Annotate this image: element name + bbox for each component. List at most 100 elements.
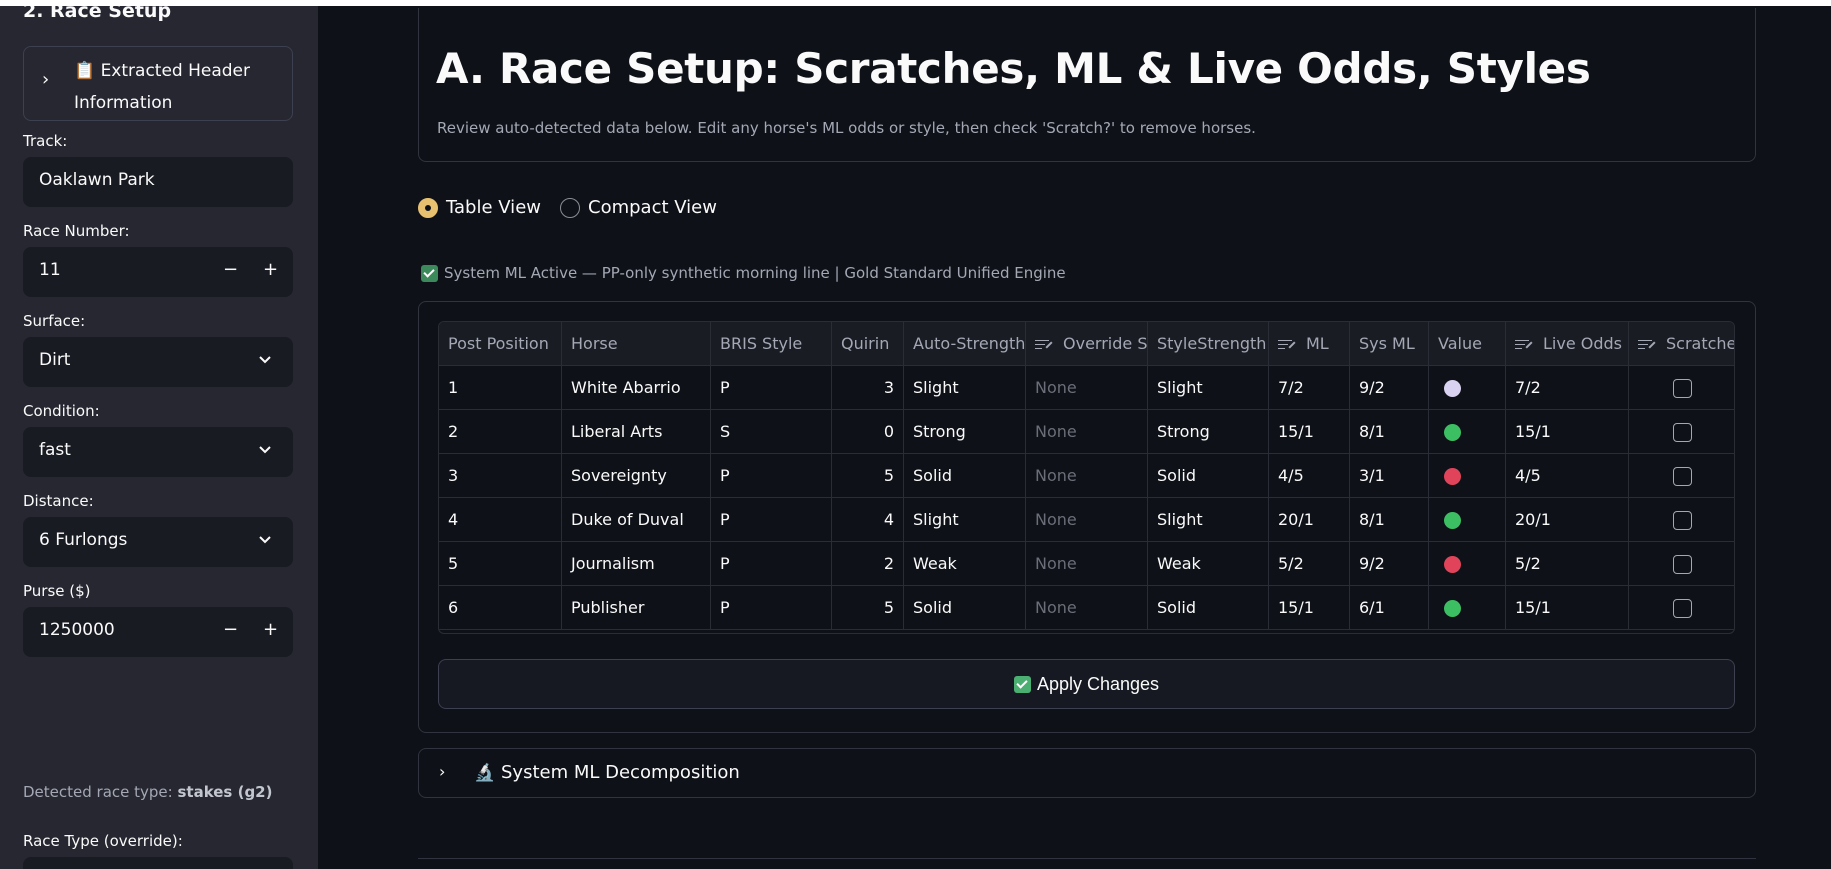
- cell-ml[interactable]: 5/2: [1269, 542, 1350, 586]
- cell-bris: P: [711, 586, 832, 630]
- column-header-auto[interactable]: Auto-Strength: [904, 322, 1026, 366]
- cell-quirin: 3: [832, 366, 904, 410]
- purse-input[interactable]: 1250000 − +: [23, 607, 293, 657]
- column-header-live[interactable]: Live Odds: [1506, 322, 1629, 366]
- cell-live[interactable]: 7/2: [1506, 366, 1629, 410]
- column-header-post[interactable]: Post Position: [439, 322, 562, 366]
- edit-column-icon: [1035, 339, 1053, 351]
- distance-label: Distance:: [23, 492, 94, 510]
- cell-scratched[interactable]: [1629, 542, 1734, 586]
- cell-quirin: 4: [832, 498, 904, 542]
- track-value: Oaklawn Park: [39, 170, 155, 190]
- radio-label: Compact View: [588, 197, 717, 218]
- table-header-row: Post Position Horse BRIS Style Quirin Auto-S…: [439, 322, 1734, 366]
- cell-auto: Weak: [904, 542, 1026, 586]
- cell-ml[interactable]: 15/1: [1269, 410, 1350, 454]
- column-header-override[interactable]: Override St: [1026, 322, 1148, 366]
- race-number-value: 11: [39, 260, 61, 280]
- table-row: 2 Liberal Arts S 0 Strong None Strong 15/1 8/1 15…: [439, 410, 1734, 454]
- column-header-style[interactable]: StyleStrength: [1148, 322, 1269, 366]
- table-row: 5 Journalism P 2 Weak None Weak 5/2 9/2 5/2: [439, 542, 1734, 586]
- condition-select[interactable]: fast: [23, 427, 293, 477]
- cell-auto: Strong: [904, 410, 1026, 454]
- cell-scratched[interactable]: [1629, 586, 1734, 630]
- decrement-button[interactable]: −: [223, 619, 238, 640]
- scratch-checkbox[interactable]: [1673, 379, 1692, 398]
- column-header-value[interactable]: Value: [1429, 322, 1506, 366]
- cell-scratched[interactable]: [1629, 454, 1734, 498]
- cell-horse: White Abarrio: [562, 366, 711, 410]
- column-header-sysml[interactable]: Sys ML: [1350, 322, 1429, 366]
- column-header-bris[interactable]: BRIS Style: [711, 322, 832, 366]
- track-input[interactable]: Oaklawn Park: [23, 157, 293, 207]
- radio-label: Table View: [446, 197, 541, 218]
- cell-ml[interactable]: 20/1: [1269, 498, 1350, 542]
- cell-override[interactable]: None: [1026, 410, 1148, 454]
- system-ml-note-text: System ML Active — PP-only synthetic mor…: [444, 264, 1066, 282]
- cell-style: Strong: [1148, 410, 1269, 454]
- column-header-label: Scratched?: [1666, 334, 1734, 353]
- scratch-checkbox[interactable]: [1673, 511, 1692, 530]
- race-type-select[interactable]: [23, 857, 293, 869]
- column-header-ml[interactable]: ML: [1269, 322, 1350, 366]
- table-row: 6 Publisher P 5 Solid None Solid 15/1 6/1 15/1: [439, 586, 1734, 630]
- chevron-down-icon: [259, 356, 271, 364]
- apply-changes-button[interactable]: Apply Changes: [438, 659, 1735, 709]
- detected-prefix: Detected race type:: [23, 783, 178, 801]
- cell-scratched[interactable]: [1629, 366, 1734, 410]
- cell-style: Slight: [1148, 366, 1269, 410]
- cell-quirin: 5: [832, 586, 904, 630]
- increment-button[interactable]: +: [263, 259, 278, 280]
- apply-changes-label: Apply Changes: [1036, 673, 1160, 694]
- cell-live[interactable]: 15/1: [1506, 410, 1629, 454]
- column-header-label: Post Position: [448, 334, 549, 353]
- cell-ml[interactable]: 4/5: [1269, 454, 1350, 498]
- column-header-quirin[interactable]: Quirin: [832, 322, 904, 366]
- divider: [418, 858, 1756, 859]
- cell-live[interactable]: 15/1: [1506, 586, 1629, 630]
- distance-select[interactable]: 6 Furlongs: [23, 517, 293, 567]
- cell-ml[interactable]: 7/2: [1269, 366, 1350, 410]
- surface-label: Surface:: [23, 312, 86, 330]
- value-indicator-icon: [1444, 424, 1461, 441]
- cell-value: [1429, 586, 1506, 630]
- increment-button[interactable]: +: [263, 619, 278, 640]
- system-ml-decomposition-expander[interactable]: › 🔬 System ML Decomposition: [418, 748, 1756, 798]
- column-header-scratched[interactable]: Scratched?: [1629, 322, 1734, 366]
- cell-sysml: 9/2: [1350, 542, 1429, 586]
- decrement-button[interactable]: −: [223, 259, 238, 280]
- check-icon: [421, 264, 438, 282]
- scratch-checkbox[interactable]: [1673, 599, 1692, 618]
- cell-auto: Slight: [904, 366, 1026, 410]
- page-description: Review auto-detected data below. Edit an…: [437, 119, 1256, 137]
- cell-live[interactable]: 20/1: [1506, 498, 1629, 542]
- column-header-label: StyleStrength: [1157, 334, 1267, 353]
- cell-live[interactable]: 4/5: [1506, 454, 1629, 498]
- scratch-checkbox[interactable]: [1673, 467, 1692, 486]
- race-number-input[interactable]: 11 − +: [23, 247, 293, 297]
- decomposition-label: System ML Decomposition: [501, 762, 740, 783]
- cell-override[interactable]: None: [1026, 586, 1148, 630]
- cell-scratched[interactable]: [1629, 410, 1734, 454]
- cell-override[interactable]: None: [1026, 498, 1148, 542]
- cell-horse: Duke of Duval: [562, 498, 711, 542]
- column-header-horse[interactable]: Horse: [562, 322, 711, 366]
- cell-override[interactable]: None: [1026, 454, 1148, 498]
- value-indicator-icon: [1444, 600, 1461, 617]
- value-indicator-icon: [1444, 512, 1461, 529]
- scratch-checkbox[interactable]: [1673, 555, 1692, 574]
- radio-compact-view[interactable]: Compact View: [560, 197, 717, 218]
- extracted-header-expander[interactable]: › 📋 Extracted Header Information: [23, 46, 293, 121]
- page-title: A. Race Setup: Scratches, ML & Live Odds…: [436, 44, 1591, 93]
- cell-bris: S: [711, 410, 832, 454]
- surface-select[interactable]: Dirt: [23, 337, 293, 387]
- cell-post: 1: [439, 366, 562, 410]
- radio-table-view[interactable]: Table View: [418, 197, 541, 218]
- scratch-checkbox[interactable]: [1673, 423, 1692, 442]
- cell-override[interactable]: None: [1026, 366, 1148, 410]
- cell-override[interactable]: None: [1026, 542, 1148, 586]
- cell-live[interactable]: 5/2: [1506, 542, 1629, 586]
- column-header-label: Sys ML: [1359, 334, 1415, 353]
- cell-ml[interactable]: 15/1: [1269, 586, 1350, 630]
- cell-scratched[interactable]: [1629, 498, 1734, 542]
